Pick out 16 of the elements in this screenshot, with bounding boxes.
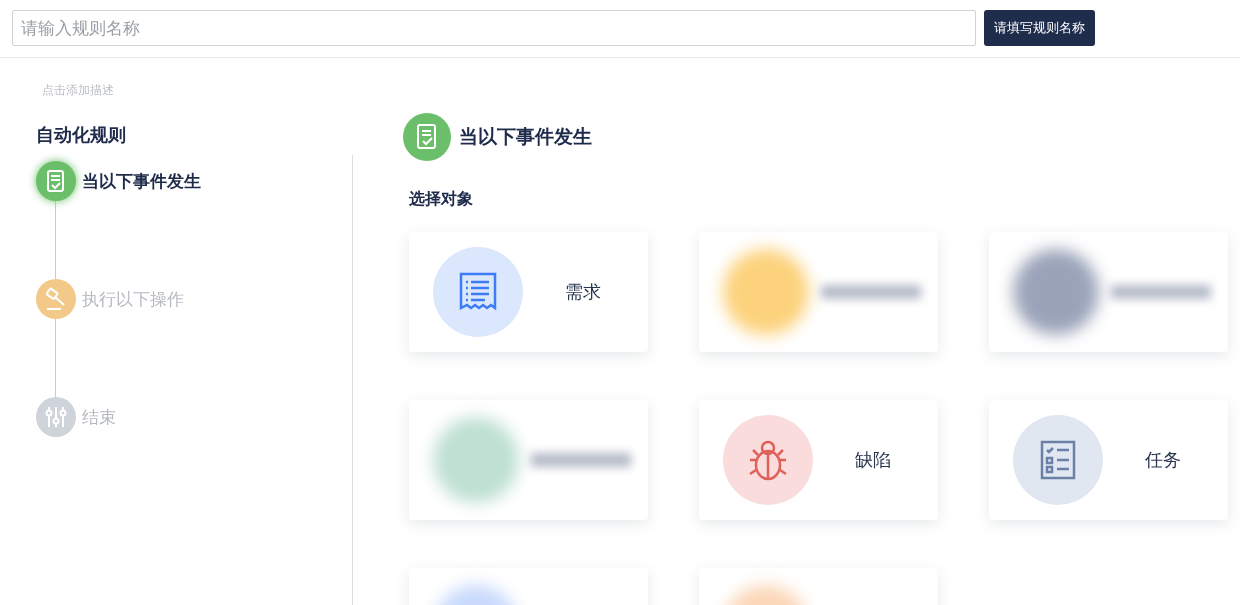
rule-name-field[interactable]: 请输入规则名称 (12, 10, 976, 46)
section-label: 选择对象 (409, 189, 474, 210)
step-label[interactable]: 当以下事件发生 (82, 169, 201, 193)
object-card[interactable] (409, 400, 648, 520)
section-heading: 当以下事件发生 (459, 124, 592, 149)
object-card[interactable] (699, 232, 938, 352)
tooltip: 请填写规则名称 (984, 10, 1095, 46)
sidebar-title: 自动化规则 (36, 123, 127, 147)
object-card[interactable]: 需求 (409, 232, 648, 352)
object-card[interactable]: 缺陷 (699, 400, 938, 520)
object-label: 缺陷 (855, 448, 891, 472)
object-card[interactable] (989, 232, 1228, 352)
document-icon (403, 113, 451, 161)
object-label: 任务 (1145, 448, 1181, 472)
object-card[interactable]: 任务 (989, 400, 1228, 520)
object-label: 需求 (565, 280, 601, 304)
